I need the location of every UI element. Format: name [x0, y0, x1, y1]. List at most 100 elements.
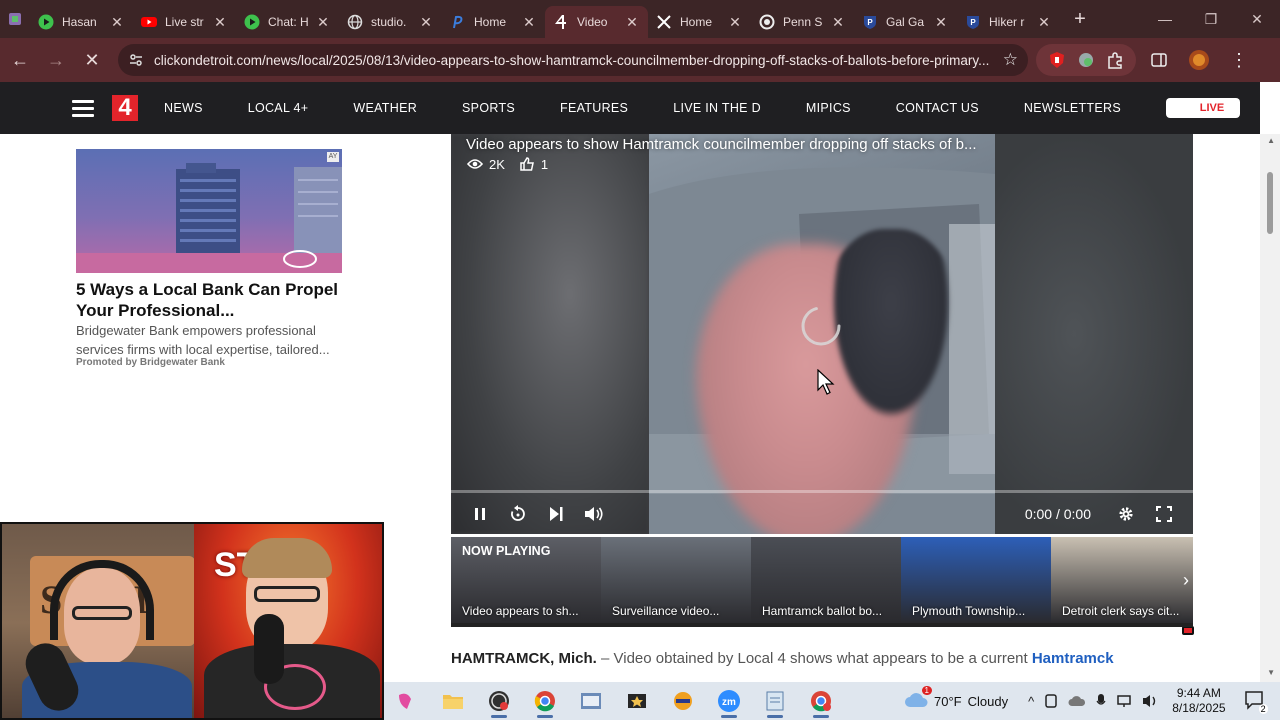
microphone-right — [254, 614, 284, 684]
microphone-icon[interactable] — [1096, 693, 1106, 709]
nav-item[interactable]: WEATHER — [353, 101, 417, 115]
close-window-icon[interactable]: ✕ — [1234, 0, 1280, 38]
new-tab-button[interactable]: + — [1068, 8, 1092, 31]
live-button[interactable]: LIVE — [1165, 98, 1240, 635]
browser-tab[interactable]: Home ✕ — [442, 6, 545, 38]
device-icon[interactable] — [1044, 694, 1058, 708]
notification-count: 2 — [1258, 704, 1268, 714]
address-bar[interactable]: clickondetroit.com/news/local/2025/08/13… — [118, 44, 1028, 76]
browser-tab[interactable]: Hasan ✕ — [30, 6, 133, 38]
tab-close-icon[interactable]: ✕ — [109, 14, 125, 31]
nav-item[interactable]: LIVE IN THE D — [673, 101, 761, 115]
restore-icon[interactable]: ❐ — [1188, 0, 1234, 38]
url-text[interactable]: clickondetroit.com/news/local/2025/08/13… — [154, 53, 1003, 68]
profile-avatar-icon[interactable] — [1188, 49, 1210, 71]
ad-promoted-by[interactable]: Promoted by Bridgewater Bank — [76, 357, 225, 368]
browser-tab[interactable]: Home ✕ — [648, 6, 751, 38]
system-clock[interactable]: 9:44 AM 8/18/2025 — [1172, 686, 1225, 716]
browser-tab[interactable]: studio. ✕ — [339, 6, 442, 38]
video-player[interactable]: Video appears to show Hamtramck councilm… — [451, 134, 1193, 534]
chrome-profile-icon[interactable] — [798, 682, 844, 720]
hamtramck-link[interactable]: Hamtramck — [1032, 650, 1114, 667]
weather-widget[interactable]: 1 70°F Cloudy — [904, 685, 1008, 712]
document-viewer-icon[interactable] — [568, 682, 614, 720]
minimize-icon[interactable]: — — [1142, 0, 1188, 38]
app-icon-partial[interactable] — [384, 682, 430, 720]
chrome-icon[interactable] — [522, 682, 568, 720]
video-editor-icon[interactable] — [614, 682, 660, 720]
speaker-icon[interactable] — [1142, 694, 1160, 708]
forward-arrow-icon[interactable]: → — [40, 44, 72, 76]
replay-10-icon[interactable] — [499, 499, 537, 529]
tab-close-icon[interactable]: ✕ — [418, 14, 434, 31]
tab-title: Chat: H — [268, 15, 309, 29]
side-panel-icon[interactable] — [1150, 51, 1168, 69]
ad-description[interactable]: Bridgewater Bank empowers professional s… — [76, 321, 346, 359]
browser-tab[interactable]: Live str ✕ — [133, 6, 236, 38]
ad-title[interactable]: 5 Ways a Local Bank Can Propel Your Prof… — [76, 279, 356, 321]
tab-close-icon[interactable]: ✕ — [212, 14, 228, 31]
playlist-item[interactable]: Detroit clerk says cit... — [1051, 537, 1193, 623]
zoom-icon[interactable]: zm — [706, 682, 752, 720]
tab-close-icon[interactable]: ✕ — [727, 14, 743, 31]
scrollbar-thumb[interactable] — [1267, 172, 1273, 234]
tab-close-icon[interactable]: ✕ — [315, 14, 331, 31]
thumbs-up-icon[interactable] — [519, 156, 535, 172]
browser-menu-icon[interactable]: ⋮ — [1230, 50, 1248, 71]
notepad-icon[interactable] — [752, 682, 798, 720]
network-icon[interactable] — [1116, 694, 1132, 708]
nav-item[interactable]: LOCAL 4+ — [248, 101, 309, 115]
tab-close-icon[interactable]: ✕ — [521, 14, 537, 31]
file-explorer-icon[interactable] — [430, 682, 476, 720]
local4-icon — [553, 14, 569, 30]
obs-icon[interactable] — [476, 682, 522, 720]
volume-icon[interactable] — [575, 499, 613, 529]
nav-item[interactable]: MIPICS — [806, 101, 851, 115]
streaming-app-icon[interactable] — [660, 682, 706, 720]
extension-badge-icon[interactable] — [1077, 51, 1095, 69]
settings-gear-icon[interactable] — [1107, 499, 1145, 529]
browser-tab[interactable]: Chat: H ✕ — [236, 6, 339, 38]
notification-center-icon[interactable]: 2 — [1244, 690, 1268, 714]
show-hidden-icons-chevron-icon[interactable]: ^ — [1028, 694, 1034, 709]
pause-icon[interactable] — [461, 499, 499, 529]
site-info-icon[interactable] — [128, 52, 144, 68]
nav-item[interactable]: CONTACT US — [896, 101, 979, 115]
playlist-item[interactable]: Surveillance video... — [601, 537, 751, 623]
skip-next-icon[interactable] — [537, 499, 575, 529]
browser-tab[interactable]: Video ✕ — [545, 6, 648, 38]
ad-image[interactable]: AY — [76, 149, 342, 273]
puzzle-extensions-icon[interactable] — [1106, 51, 1124, 69]
nav-item[interactable]: FEATURES — [560, 101, 628, 115]
fullscreen-icon[interactable] — [1145, 499, 1183, 529]
stop-loading-icon[interactable]: ✕ — [76, 44, 108, 76]
tab-close-icon[interactable]: ✕ — [933, 14, 949, 31]
onedrive-icon[interactable] — [1068, 694, 1086, 708]
back-arrow-icon[interactable]: ← — [4, 44, 36, 76]
tab-close-icon[interactable]: ✕ — [830, 14, 846, 31]
nav-item[interactable]: SPORTS — [462, 101, 515, 115]
nav-item[interactable]: NEWS — [164, 101, 203, 115]
video-title[interactable]: Video appears to show Hamtramck councilm… — [466, 136, 977, 153]
playlist-item[interactable]: NOW PLAYING Video appears to sh... — [451, 537, 601, 623]
shield-icon: P — [862, 14, 878, 30]
ublock-icon[interactable] — [1048, 51, 1066, 69]
webcam-left-feed: S FE I — [2, 524, 195, 718]
browser-tab[interactable]: P Hiker r ✕ — [957, 6, 1060, 38]
nav-item[interactable]: NEWSLETTERS — [1024, 101, 1121, 115]
browser-tab[interactable]: P Gal Ga ✕ — [854, 6, 957, 38]
playlist-next-chevron-icon[interactable]: › — [1183, 570, 1189, 591]
hamburger-menu-icon[interactable] — [72, 96, 94, 121]
tab-close-icon[interactable]: ✕ — [1036, 14, 1052, 31]
scroll-up-arrow-icon[interactable]: ▲ — [1267, 136, 1275, 145]
bookmark-star-icon[interactable]: ☆ — [1003, 50, 1018, 70]
browser-tab-bar: Hasan ✕ Live str ✕ Chat: H ✕ studio. ✕ Home ✕ Vide… — [0, 0, 1280, 38]
tab-close-icon[interactable]: ✕ — [624, 14, 640, 31]
scroll-down-arrow-icon[interactable]: ▼ — [1267, 668, 1275, 677]
ad-choices-icon[interactable]: AY — [327, 152, 339, 162]
browser-tab[interactable]: Penn S ✕ — [751, 6, 854, 38]
local4-logo[interactable]: 4 — [112, 95, 138, 121]
tab-group-icon[interactable] — [0, 0, 30, 38]
playlist-item[interactable]: Hamtramck ballot bo... — [751, 537, 901, 623]
playlist-item[interactable]: Plymouth Township... — [901, 537, 1051, 623]
